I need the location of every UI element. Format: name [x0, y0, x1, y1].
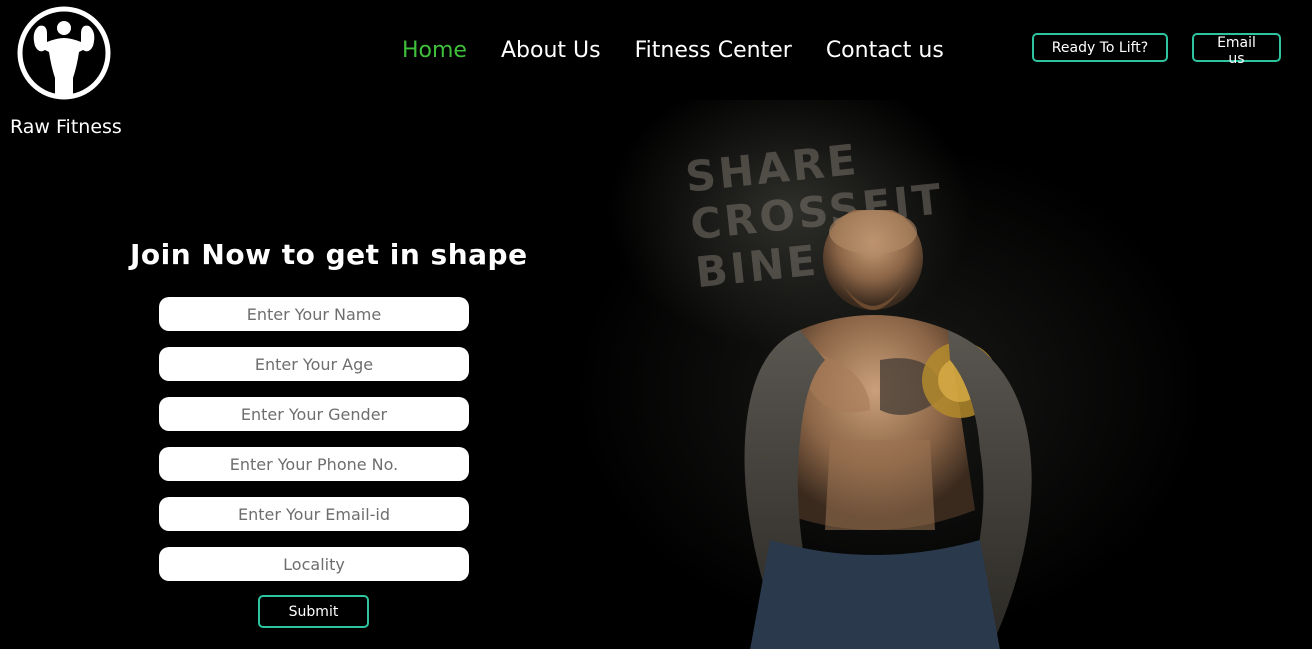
age-input[interactable] — [159, 347, 469, 381]
form-title: Join Now to get in shape — [130, 238, 528, 271]
hero-man-illustration — [744, 210, 1032, 649]
email-us-button[interactable]: Email us — [1192, 33, 1281, 67]
gender-input[interactable] — [159, 397, 469, 431]
email-input[interactable] — [159, 497, 469, 531]
nav-item-home[interactable]: Home — [402, 38, 467, 63]
phone-input[interactable] — [159, 447, 469, 481]
brand-name: Raw Fitness — [10, 116, 122, 138]
ready-to-lift-button[interactable]: Ready To Lift? — [1032, 33, 1168, 62]
page: SHARE CROSSFIT BINE Raw Fitness Home Abo… — [0, 0, 1312, 649]
nav-item-fitness-center[interactable]: Fitness Center — [635, 38, 792, 63]
main-nav: Home About Us Fitness Center Contact us — [402, 38, 944, 63]
name-input[interactable] — [159, 297, 469, 331]
nav-item-contact-us[interactable]: Contact us — [826, 38, 944, 63]
hero-image: SHARE CROSSFIT BINE — [560, 100, 1312, 649]
bodybuilder-flexing-icon[interactable] — [17, 6, 111, 100]
submit-button[interactable]: Submit — [258, 595, 369, 628]
locality-input[interactable] — [159, 547, 469, 581]
nav-item-about-us[interactable]: About Us — [501, 38, 601, 63]
